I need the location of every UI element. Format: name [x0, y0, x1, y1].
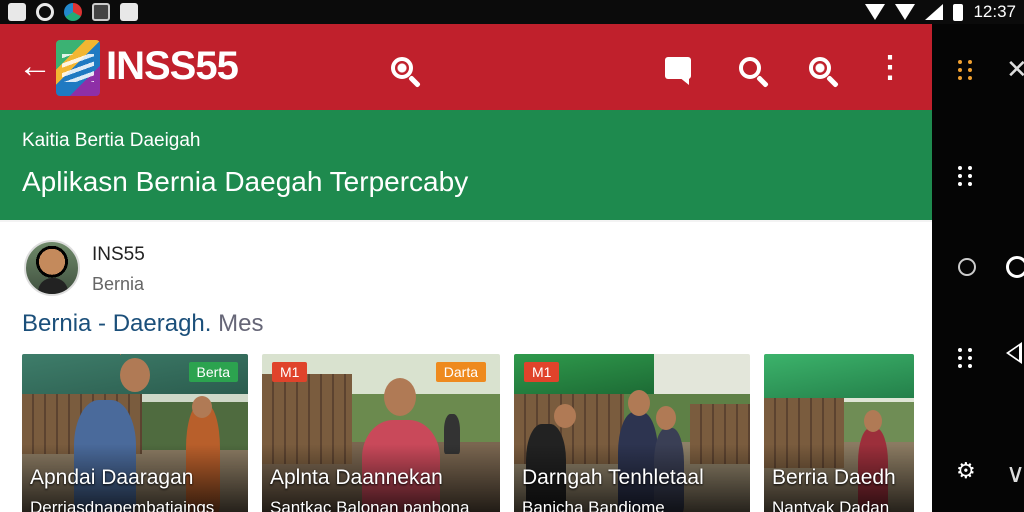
- article-badge: M1: [272, 362, 308, 382]
- article-title: Berria Daedh: [772, 466, 896, 489]
- article-subtitle: Santkac Balonan panbona: [270, 498, 470, 512]
- article-thumbnails: Berta Apndai Daaragan Derriasdnapembatia…: [22, 354, 922, 512]
- article-card[interactable]: Berta Apndai Daaragan Derriasdnapembatia…: [22, 354, 248, 512]
- chevron-icon[interactable]: ∨: [1006, 460, 1024, 486]
- app-notification-icon: [64, 3, 82, 21]
- settings-icon[interactable]: ⚙: [956, 460, 976, 482]
- section-title[interactable]: Bernia - Daeragh. Mes: [22, 310, 263, 338]
- publisher-category: Bernia: [92, 274, 145, 294]
- banner-subtitle: Kaitia Bertia Daeigah: [22, 130, 201, 151]
- circle-notification-icon: [36, 3, 54, 21]
- signal-off-icon: [925, 4, 944, 20]
- search-key-button[interactable]: [384, 50, 420, 86]
- battery-icon: [953, 3, 964, 21]
- grid-icon[interactable]: [958, 348, 972, 368]
- more-vert-icon[interactable]: ⋮: [872, 50, 908, 86]
- photo-icon: [8, 3, 26, 21]
- section-more-link[interactable]: Mes: [218, 310, 263, 337]
- toolbar: ← INSS55 ⋮: [0, 24, 932, 110]
- search-filled-icon: [809, 57, 831, 79]
- back-icon[interactable]: [1006, 342, 1022, 364]
- close-icon[interactable]: ✕: [1006, 56, 1024, 82]
- search-key-icon: [391, 57, 413, 79]
- wifi-icon: [865, 4, 886, 20]
- drag-handle-icon[interactable]: [958, 166, 972, 186]
- chat-button[interactable]: [660, 50, 696, 86]
- article-title: Apndai Daaragan: [30, 466, 194, 489]
- hero-banner: Kaitia Bertia Daeigah Aplikasn Bernia Da…: [0, 110, 932, 220]
- chat-icon: [665, 57, 691, 85]
- news-card: INS55 Bernia Bernia - Daeragh. Mes Berta: [0, 222, 932, 512]
- file-icon: [92, 3, 110, 21]
- status-bar: 12:37: [0, 0, 1024, 24]
- search-button[interactable]: [732, 50, 768, 86]
- article-subtitle: Nantvak Dadan: [772, 498, 890, 512]
- publisher-name[interactable]: INS55: [92, 244, 145, 266]
- article-badge: M1: [524, 362, 560, 382]
- article-title: Darngah Tenhletaal: [522, 466, 704, 489]
- status-notification-icons: [8, 3, 138, 21]
- status-system-icons: 12:37: [865, 2, 1016, 22]
- section-title-text: Bernia - Daeragh.: [22, 310, 212, 337]
- navigation-rail: ✕ ⚙ ∨: [932, 24, 1024, 512]
- article-card[interactable]: M1 Darta Aplnta Daannekan Santkac Balona…: [262, 354, 500, 512]
- apps-grid-icon[interactable]: [958, 60, 972, 80]
- search-alt-button[interactable]: [802, 50, 838, 86]
- article-subtitle: Banicha Bandiome: [522, 498, 665, 512]
- status-time: 12:37: [973, 2, 1016, 21]
- signal-icon: [895, 4, 916, 20]
- home-circle-icon[interactable]: [958, 258, 976, 276]
- search-icon: [739, 57, 761, 79]
- back-arrow-icon[interactable]: ←: [18, 48, 52, 88]
- article-badge-secondary: Darta: [435, 362, 486, 382]
- security-icon: [120, 3, 138, 21]
- avatar[interactable]: [24, 240, 80, 296]
- app-title: INSS55: [106, 44, 239, 88]
- article-badge: Berta: [188, 362, 238, 382]
- article-card[interactable]: M1 Darngah Tenhletaal Banicha Bandiome: [514, 354, 750, 512]
- app-logo: [56, 40, 100, 96]
- circle-icon[interactable]: [1006, 256, 1024, 278]
- article-title: Aplnta Daannekan: [270, 466, 443, 489]
- banner-title: Aplikasn Bernia Daegah Terpercaby: [22, 166, 469, 197]
- article-card[interactable]: Berria Daedh Nantvak Dadan: [764, 354, 914, 512]
- app-screen: ← INSS55 ⋮ Kaitia Bertia Daeigah Aplikas…: [0, 24, 932, 512]
- article-subtitle: Derriasdnapembatiaings: [30, 498, 215, 512]
